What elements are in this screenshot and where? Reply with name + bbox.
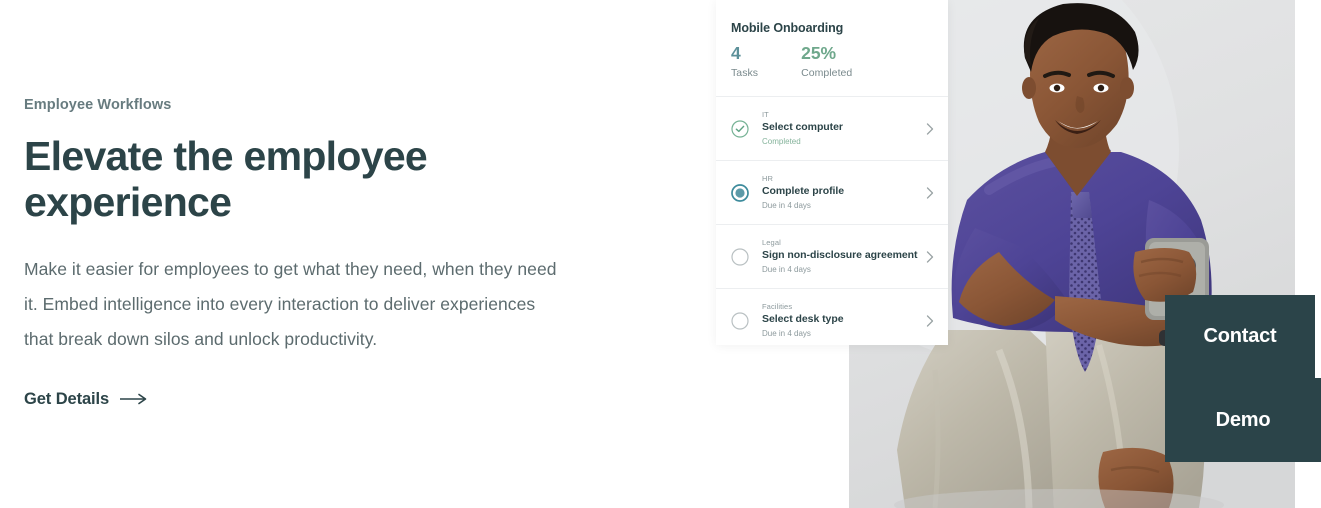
- hero-copy: Employee Workflows Elevate the employee …: [24, 96, 624, 409]
- task-status-text: Completed: [762, 137, 801, 146]
- task-text: Facilities Select desk type Due in 4 day…: [762, 302, 918, 340]
- task-text: IT Select computer Completed: [762, 110, 918, 148]
- task-name: Select computer: [762, 121, 843, 134]
- task-name: Sign non-disclosure agreement: [762, 249, 918, 262]
- task-row[interactable]: IT Select computer Completed: [716, 96, 948, 160]
- task-row[interactable]: Legal Sign non-disclosure agreement Due …: [716, 224, 948, 288]
- task-status-text: Due in 4 days: [762, 201, 811, 210]
- chevron-right-icon[interactable]: [922, 121, 938, 137]
- chevron-right-icon[interactable]: [922, 313, 938, 329]
- stat-completed-label: Completed: [801, 67, 853, 80]
- stat-completed-value: 25%: [801, 43, 837, 63]
- task-status-text: Due in 4 days: [762, 265, 811, 274]
- radio-empty-icon: [731, 247, 749, 266]
- hero-eyebrow: Employee Workflows: [24, 97, 172, 113]
- task-category: Facilities: [762, 301, 793, 311]
- mobile-onboarding-card: Mobile Onboarding 4 Tasks 25% Completed: [716, 0, 948, 345]
- task-category: HR: [762, 173, 774, 183]
- demo-button[interactable]: Demo: [1165, 378, 1321, 462]
- stat-completed: 25% Completed: [801, 43, 853, 80]
- task-name: Select desk type: [762, 313, 844, 326]
- task-name: Complete profile: [762, 185, 845, 198]
- task-row[interactable]: Facilities Select desk type Due in 4 day…: [716, 288, 948, 345]
- task-text: Legal Sign non-disclosure agreement Due …: [762, 238, 918, 276]
- get-details-link[interactable]: Get Details: [24, 390, 148, 409]
- chevron-right-icon[interactable]: [922, 249, 938, 265]
- page-title: Elevate the employee experience: [24, 132, 428, 226]
- card-stats: 4 Tasks 25% Completed: [731, 43, 948, 80]
- card-header: Mobile Onboarding 4 Tasks 25% Completed: [716, 0, 948, 96]
- stat-tasks: 4 Tasks: [731, 43, 759, 80]
- card-title: Mobile Onboarding: [731, 21, 844, 35]
- arrow-right-icon: [120, 393, 148, 405]
- task-text: HR Complete profile Due in 4 days: [762, 174, 918, 212]
- check-circle-icon: [731, 119, 749, 138]
- task-category: Legal: [762, 237, 781, 247]
- stat-tasks-label: Tasks: [731, 67, 759, 80]
- task-category: IT: [762, 109, 769, 119]
- radio-empty-icon: [731, 311, 749, 330]
- task-status-text: Due in 4 days: [762, 329, 811, 338]
- hero-section: Employee Workflows Elevate the employee …: [0, 0, 1321, 508]
- hero-description: Make it easier for employees to get what…: [24, 258, 557, 349]
- contact-button[interactable]: Contact: [1165, 295, 1315, 378]
- radio-filled-icon: [731, 183, 749, 202]
- task-row[interactable]: HR Complete profile Due in 4 days: [716, 160, 948, 224]
- chevron-right-icon[interactable]: [922, 185, 938, 201]
- get-details-label: Get Details: [24, 389, 110, 408]
- stat-tasks-value: 4: [731, 43, 741, 63]
